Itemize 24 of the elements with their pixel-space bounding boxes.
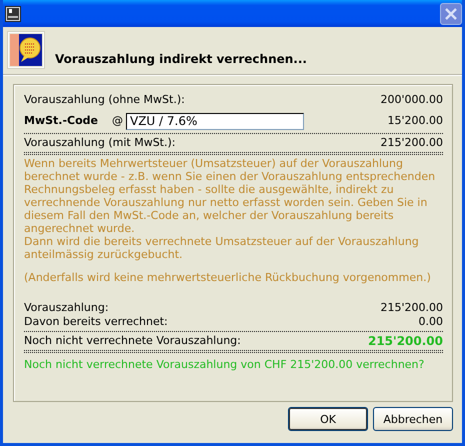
app-icon xyxy=(5,6,21,22)
amount-value: 215'200.00 xyxy=(368,334,443,348)
cancel-button[interactable]: Abbrechen xyxy=(373,407,453,431)
note-text: (Anderfalls wird keine mehrwertsteuerliche Rückbuchung vorgenommen.) xyxy=(24,271,432,284)
speech-bubble-icon xyxy=(10,34,42,66)
field-label: Noch nicht verrechnete Vorauszahlung: xyxy=(24,334,241,348)
close-icon xyxy=(445,8,457,20)
vat-code-field[interactable]: VZU / 7.6% xyxy=(126,112,304,130)
field-label: Vorauszahlung: xyxy=(24,301,109,315)
dialog-heading: Vorauszahlung indirekt verrechnen... xyxy=(55,52,307,68)
amount-value: 215'200.00 xyxy=(380,136,443,150)
info-text: Dann wird die bereits verrechnete Umsatzsteuer auf der Vorauszahlung anteilmässig zurückgebucht. xyxy=(24,235,420,261)
ok-button[interactable]: OK xyxy=(288,407,368,431)
at-sign: @ xyxy=(112,114,123,128)
info-text: Wenn bereits Mehrwertsteuer (Umsatzsteuer) auf der Vorauszahlung berechnet wurde - z.B. wenn Sie einen der Vorauszahlung entsprechenden Rechnungsbeleg erfasst haben - sollte die ausgewählte, indirekt zu verrechnende Vorauszahlung nur netto erfasst worden sein. Geben Sie in diesem Fall den MwSt.-Code an, welcher der Vorauszahlung bereits angerechnet wurde. xyxy=(24,157,436,235)
field-label: Davon bereits verrechnet: xyxy=(24,315,168,329)
amount-value: 215'200.00 xyxy=(380,301,443,315)
field-label: Vorauszahlung (ohne MwSt.): xyxy=(24,93,185,107)
amount-value: 0.00 xyxy=(418,315,443,329)
confirm-question: Noch nicht verrechnete Vorauszahlung von CHF 215'200.00 verrechnen? xyxy=(24,357,426,373)
amount-value: 200'000.00 xyxy=(380,93,443,107)
field-label: MwSt.-Code xyxy=(24,114,98,128)
field-label: Vorauszahlung (mit MwSt.): xyxy=(24,136,176,150)
amount-value: 15'200.00 xyxy=(387,114,443,128)
